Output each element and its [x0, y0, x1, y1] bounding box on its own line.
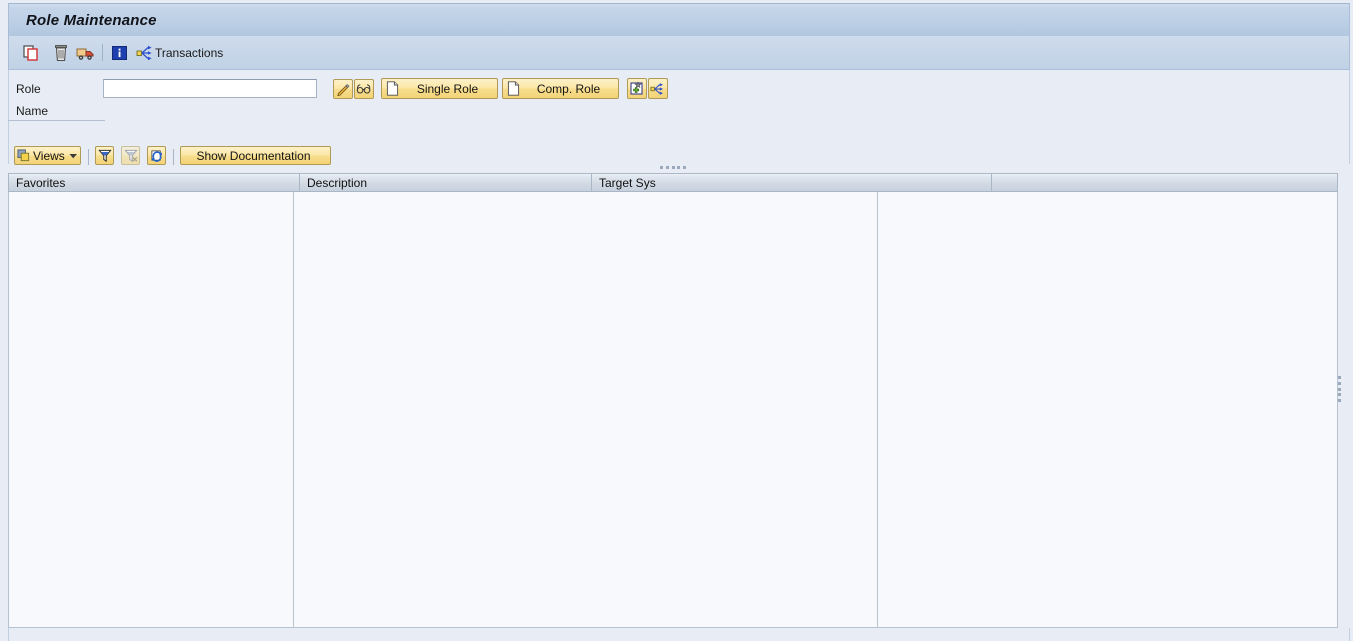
copy-icon[interactable]	[21, 43, 41, 63]
page-title: Role Maintenance	[26, 12, 157, 29]
document-icon	[503, 79, 523, 99]
vertical-splitter-grip[interactable]	[1338, 376, 1342, 402]
views-stack-icon	[15, 146, 33, 166]
favorites-table: Favorites Description Target Sys	[8, 173, 1338, 628]
column-header-description[interactable]: Description	[300, 173, 592, 192]
views-separator	[88, 149, 89, 165]
horizontal-splitter-grip[interactable]	[660, 166, 686, 171]
documentation-separator	[173, 149, 174, 165]
transport-icon[interactable]	[75, 43, 95, 63]
views-button[interactable]: Views	[14, 146, 81, 165]
chevron-down-icon	[67, 146, 80, 166]
display-role-button[interactable]	[354, 79, 374, 99]
transactions-label[interactable]: Transactions	[155, 46, 223, 60]
change-role-button[interactable]	[333, 79, 353, 99]
role-label: Role	[16, 82, 41, 96]
role-input[interactable]	[103, 79, 317, 98]
add-to-favorites-button[interactable]	[627, 78, 647, 99]
single-role-button[interactable]: Single Role	[381, 78, 498, 99]
delete-filter-button[interactable]	[121, 146, 140, 165]
single-role-label: Single Role	[416, 81, 479, 96]
column-header-empty[interactable]	[992, 173, 1338, 192]
delete-icon[interactable]	[51, 43, 71, 63]
show-documentation-button[interactable]: Show Documentation	[180, 146, 331, 165]
table-body-empty[interactable]	[8, 192, 1338, 628]
network-icon[interactable]	[135, 43, 155, 63]
sap-role-maintenance-window: Role Maintenance Transactions Role Name …	[0, 0, 1353, 641]
column-header-target-sys[interactable]: Target Sys	[592, 173, 992, 192]
application-toolbar: Transactions © www.tutorialkart.com	[8, 36, 1350, 99]
composite-role-button[interactable]: Comp. Role	[502, 78, 619, 99]
filter-button[interactable]	[95, 146, 114, 165]
name-value-underline	[8, 120, 105, 121]
views-label: Views	[33, 148, 65, 163]
column-divider	[877, 192, 878, 628]
window-title-bar: Role Maintenance	[8, 3, 1350, 36]
status-bar	[8, 628, 1350, 641]
column-divider	[293, 192, 294, 628]
document-icon	[382, 79, 402, 99]
toolbar-separator	[102, 44, 103, 61]
transaction-network-button[interactable]	[648, 78, 668, 99]
information-icon[interactable]	[110, 43, 130, 63]
composite-role-label: Comp. Role	[536, 81, 601, 96]
table-header-row: Favorites Description Target Sys	[8, 173, 1338, 192]
show-documentation-label: Show Documentation	[196, 148, 311, 163]
name-label: Name	[16, 104, 49, 118]
column-header-favorites[interactable]: Favorites	[8, 173, 300, 192]
refresh-button[interactable]	[147, 146, 166, 165]
